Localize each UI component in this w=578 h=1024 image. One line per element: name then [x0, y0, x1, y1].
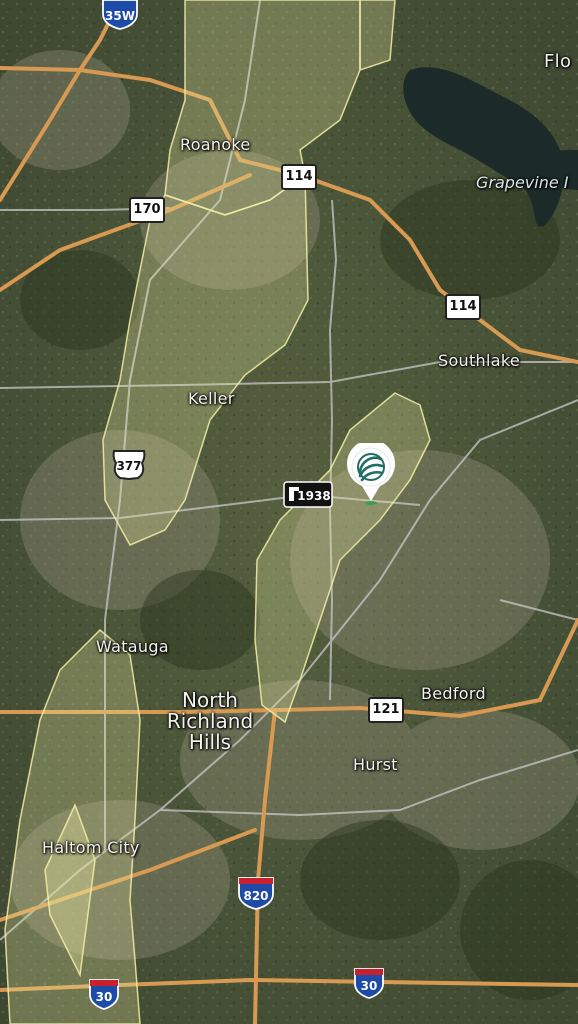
- city-label-southlake: Southlake: [438, 351, 520, 370]
- route-shield-170: 170: [129, 197, 165, 223]
- us-route-shield-icon: 377: [112, 450, 146, 480]
- route-i820-label: 820: [243, 889, 268, 903]
- city-label-bedford: Bedford: [421, 684, 486, 703]
- route-shield-114-north: 114: [281, 164, 317, 190]
- map-view[interactable]: Roanoke Keller Southlake Watauga North R…: [0, 0, 578, 1024]
- city-label-hurst: Hurst: [353, 755, 398, 774]
- route-i35w-label: 35W: [105, 9, 135, 23]
- city-label-nrh-line-1: North: [182, 688, 238, 712]
- city-label-keller: Keller: [188, 389, 235, 408]
- route-i30-west-label: 30: [96, 990, 113, 1004]
- city-label-watauga: Watauga: [96, 637, 169, 656]
- city-label-nrh-line-3: Hills: [188, 730, 232, 754]
- city-label-haltom-city: Haltom City: [42, 838, 140, 857]
- map-canvas: [0, 0, 578, 1024]
- farm-road-shield-icon: 1938: [283, 481, 333, 508]
- water-label-grapevine-lake: Grapevine I: [476, 173, 569, 192]
- route-fm1938-label: 1938: [297, 489, 330, 503]
- interstate-shield-30-west-icon: 30: [89, 979, 119, 1010]
- interstate-shield-30-east-icon: 30: [354, 968, 384, 999]
- location-marker-icon[interactable]: [346, 443, 396, 505]
- zone-north-east: [359, 0, 396, 72]
- route-shield-114-east: 114: [445, 294, 481, 320]
- interstate-shield-820-icon: 820: [238, 877, 274, 910]
- city-label-nrh-line-2: Richland: [166, 709, 254, 733]
- interstate-shield-icon: 35W: [102, 0, 138, 30]
- city-label-roanoke: Roanoke: [180, 135, 251, 154]
- city-label-north-richland-hills: North Richland Hills: [165, 690, 255, 753]
- route-shield-121: 121: [368, 697, 404, 723]
- route-i30-east-label: 30: [361, 979, 378, 993]
- city-label-flower-mound: Flo: [544, 51, 572, 72]
- route-us377-label: 377: [116, 459, 141, 473]
